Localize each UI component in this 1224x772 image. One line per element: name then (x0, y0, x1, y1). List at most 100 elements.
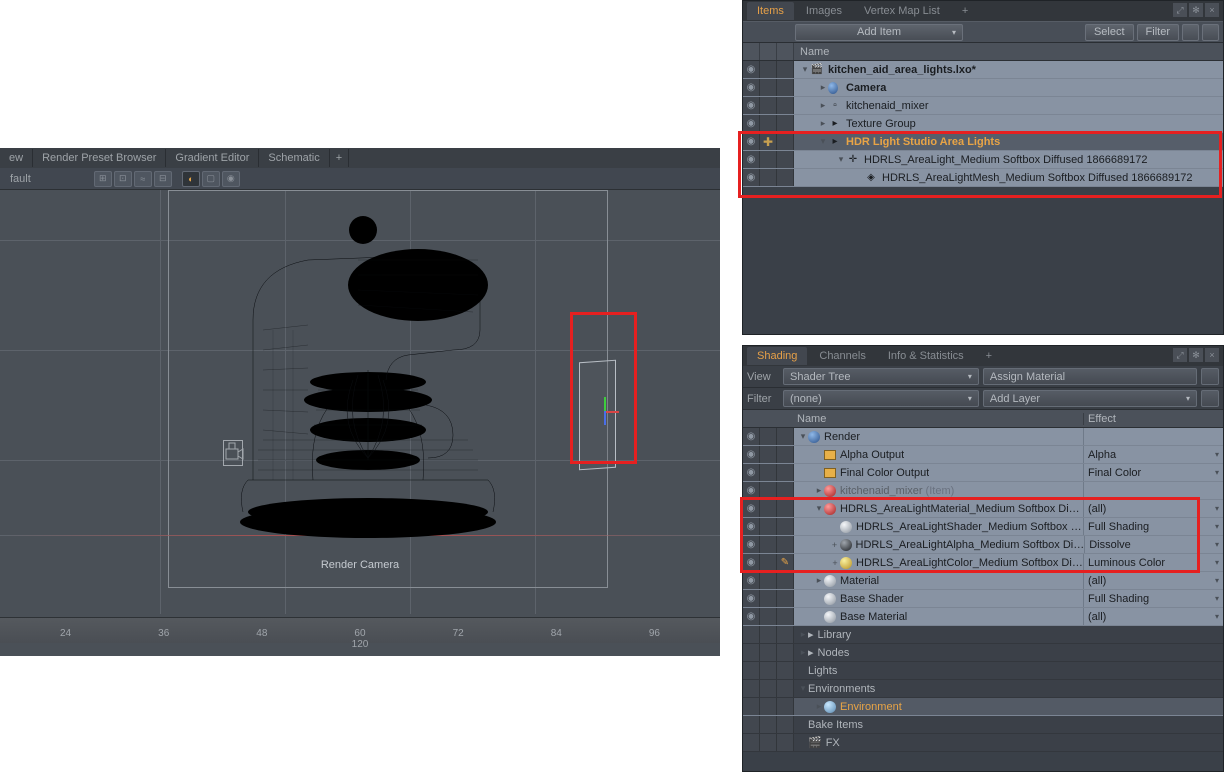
tab-images[interactable]: Images (796, 2, 852, 20)
visibility-column-header[interactable] (743, 43, 760, 60)
layer-visibility[interactable]: ◉ (743, 572, 760, 589)
effect-dropdown[interactable] (1083, 428, 1223, 445)
item-row[interactable]: ◉✚▾▸HDR Light Studio Area Lights (743, 133, 1223, 151)
shader-row[interactable]: ◉✎+HDRLS_AreaLightColor_Medium Softbox D… (743, 554, 1223, 572)
solo-toggle[interactable] (760, 115, 777, 132)
solo-toggle[interactable] (760, 61, 777, 78)
name-column-header[interactable]: Name (794, 46, 829, 58)
effect-dropdown[interactable]: (all)▾ (1083, 500, 1223, 517)
viewport-tab-gradient[interactable]: Gradient Editor (166, 149, 259, 167)
axes-toggle[interactable] (777, 61, 794, 78)
items-tree[interactable]: ◉▾🎬kitchen_aid_area_lights.lxo*◉▸Camera◉… (743, 61, 1223, 187)
visibility-toggle[interactable]: ◉ (743, 61, 760, 78)
expand-toggle[interactable]: + (830, 540, 840, 550)
view-dropdown[interactable]: Shader Tree▾ (783, 368, 979, 385)
panel-gear-icon[interactable]: ✻ (1189, 3, 1203, 17)
axes-column-header[interactable] (777, 43, 794, 60)
tab-vertex-map[interactable]: Vertex Map List (854, 2, 950, 20)
shading-add-tab[interactable]: + (976, 347, 1002, 365)
tab-channels[interactable]: Channels (809, 347, 875, 365)
effect-dropdown[interactable]: Dissolve▾ (1084, 536, 1223, 553)
tab-info-stats[interactable]: Info & Statistics (878, 347, 974, 365)
sh-col-name[interactable]: Name (793, 413, 1083, 425)
axes-toggle[interactable] (777, 97, 794, 114)
effect-dropdown[interactable]: Full Shading▾ (1083, 590, 1223, 607)
expand-toggle[interactable]: ▸ (818, 100, 828, 111)
expand-toggle[interactable]: ▸ (814, 701, 824, 712)
layer-visibility[interactable]: ◉ (743, 482, 760, 499)
area-light-gizmo[interactable] (595, 397, 615, 427)
viewport-tool-4[interactable]: ⊟ (154, 171, 172, 187)
shader-row[interactable]: ▸▸Library (743, 626, 1223, 644)
view-extra-button[interactable] (1201, 368, 1219, 385)
shader-row[interactable]: ◉HDRLS_AreaLightShader_Medium Softbox …F… (743, 518, 1223, 536)
viewport-tool-5[interactable]: ◐ (182, 171, 200, 187)
shader-tree[interactable]: ◉▾Render◉Alpha OutputAlpha▾◉Final Color … (743, 428, 1223, 752)
layer-editable[interactable] (777, 518, 794, 535)
tab-items[interactable]: Items (747, 2, 794, 20)
effect-dropdown[interactable]: Full Shading▾ (1083, 518, 1223, 535)
layer-visibility[interactable]: ◉ (743, 500, 760, 517)
viewport-tool-6[interactable]: ▢ (202, 171, 220, 187)
filter-button[interactable]: Filter (1137, 24, 1179, 41)
shader-row[interactable]: ◉▾Render (743, 428, 1223, 446)
expand-toggle[interactable]: ▸ (818, 118, 828, 129)
shader-row[interactable]: ▸▸Nodes (743, 644, 1223, 662)
axes-toggle[interactable] (777, 151, 794, 168)
solo-toggle[interactable] (760, 97, 777, 114)
visibility-toggle[interactable]: ◉ (743, 97, 760, 114)
expand-toggle[interactable]: ▾ (798, 431, 808, 442)
panel-close-icon[interactable]: × (1205, 3, 1219, 17)
shader-row[interactable]: 🎬FX (743, 734, 1223, 752)
solo-toggle[interactable]: ✚ (760, 133, 777, 150)
solo-column-header[interactable] (760, 43, 777, 60)
layer-visibility[interactable]: ◉ (743, 608, 760, 625)
expand-toggle[interactable]: ▾ (814, 503, 824, 514)
layer-visibility[interactable]: ◉ (743, 428, 760, 445)
axes-toggle[interactable] (777, 115, 794, 132)
visibility-toggle[interactable]: ◉ (743, 115, 760, 132)
viewport-tab-ew[interactable]: ew (0, 149, 33, 167)
layer-editable[interactable] (777, 428, 794, 445)
panel-gear-icon[interactable]: ✻ (1189, 348, 1203, 362)
item-row[interactable]: ◉▾✛HDRLS_AreaLight_Medium Softbox Diffus… (743, 151, 1223, 169)
layer-editable[interactable] (777, 500, 794, 517)
axes-toggle[interactable] (777, 79, 794, 96)
panel-close-icon[interactable]: × (1205, 348, 1219, 362)
add-layer-dropdown[interactable]: Add Layer▾ (983, 390, 1197, 407)
shader-row[interactable]: ◉▸kitchenaid_mixer(Item) (743, 482, 1223, 500)
layer-editable[interactable] (777, 608, 794, 625)
viewport-tab-render-preset[interactable]: Render Preset Browser (33, 149, 166, 167)
expand-toggle[interactable]: ▸ (798, 647, 808, 658)
effect-dropdown[interactable]: Alpha▾ (1083, 446, 1223, 463)
shader-row[interactable]: ▾Environments (743, 680, 1223, 698)
effect-dropdown[interactable]: (all)▾ (1083, 608, 1223, 625)
layer-visibility[interactable]: ◉ (743, 518, 760, 535)
expand-toggle[interactable]: ▸ (818, 82, 828, 93)
shader-row[interactable]: ◉Alpha OutputAlpha▾ (743, 446, 1223, 464)
layer-editable[interactable] (777, 446, 794, 463)
viewport-3d[interactable]: Render Camera (0, 190, 720, 614)
layer-editable[interactable]: ✎ (777, 554, 794, 571)
viewport-add-tab[interactable]: + (330, 149, 349, 167)
expand-toggle[interactable]: ▸ (814, 485, 824, 496)
effect-dropdown[interactable] (1083, 482, 1223, 499)
solo-toggle[interactable] (760, 169, 777, 186)
expand-toggle[interactable]: ▾ (836, 154, 846, 165)
viewport-tool-7[interactable]: ◉ (222, 171, 240, 187)
axes-toggle[interactable] (777, 133, 794, 150)
add-item-button[interactable]: Add Item (795, 24, 963, 41)
shader-row[interactable]: Bake Items (743, 716, 1223, 734)
item-row[interactable]: ◉▸Camera (743, 79, 1223, 97)
filter-dropdown[interactable]: (none)▾ (783, 390, 979, 407)
visibility-toggle[interactable]: ◉ (743, 79, 760, 96)
effect-dropdown[interactable]: Luminous Color▾ (1083, 554, 1223, 571)
shader-row[interactable]: ◉Final Color OutputFinal Color▾ (743, 464, 1223, 482)
shader-row[interactable]: ◉+HDRLS_AreaLightAlpha_Medium Softbox Di… (743, 536, 1223, 554)
layer-visibility[interactable]: ◉ (743, 464, 760, 481)
effect-dropdown[interactable]: Final Color▾ (1083, 464, 1223, 481)
visibility-toggle[interactable]: ◉ (743, 133, 760, 150)
items-add-tab[interactable]: + (952, 2, 978, 20)
tab-shading[interactable]: Shading (747, 347, 807, 365)
shader-row[interactable]: ◉Base ShaderFull Shading▾ (743, 590, 1223, 608)
